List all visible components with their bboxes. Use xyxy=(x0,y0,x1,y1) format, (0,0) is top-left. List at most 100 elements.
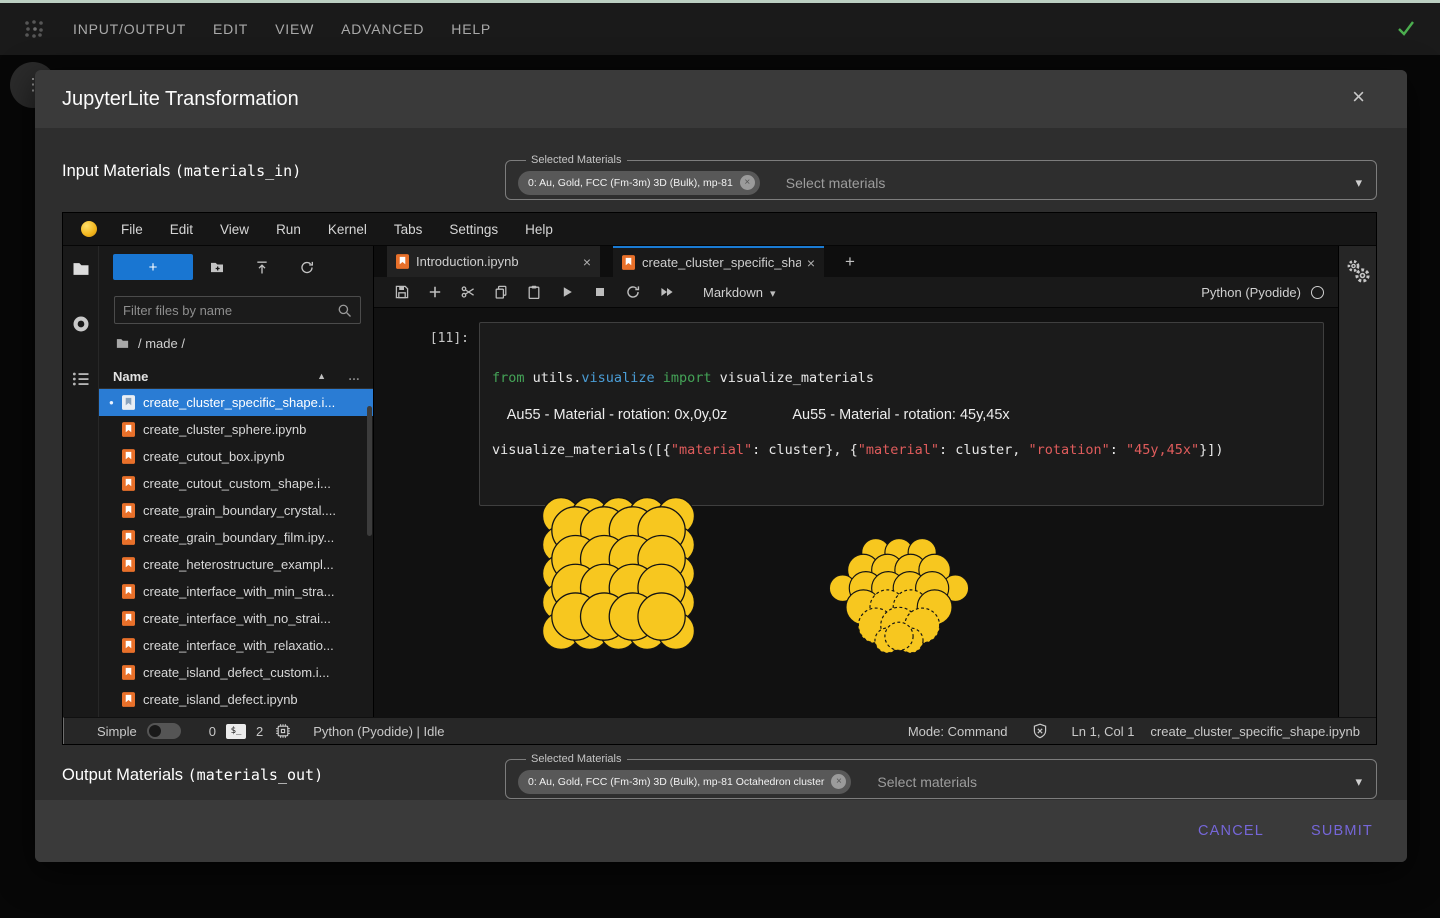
dialog-close-icon[interactable]: × xyxy=(1352,86,1365,108)
cancel-button[interactable]: CANCEL xyxy=(1198,823,1264,839)
jupyter-menu-edit[interactable]: Edit xyxy=(170,222,193,237)
jupyter-menu-tabs[interactable]: Tabs xyxy=(394,222,423,237)
sort-ascending-icon[interactable]: ▲ xyxy=(317,371,326,381)
file-name: create_heterostructure_exampl... xyxy=(143,557,334,572)
simple-mode-toggle[interactable] xyxy=(147,723,181,739)
file-list-item[interactable]: create_grain_boundary_crystal.... xyxy=(99,497,373,524)
code-token: : cluster, xyxy=(939,442,1028,458)
jupyter-menu-settings[interactable]: Settings xyxy=(449,222,498,237)
file-list-item[interactable]: create_cutout_custom_shape.i... xyxy=(99,470,373,497)
kernels-count[interactable]: 2 xyxy=(256,724,263,739)
nav-item-edit[interactable]: EDIT xyxy=(213,21,248,37)
file-list-item[interactable]: create_heterostructure_exampl... xyxy=(99,551,373,578)
open-file-dot-icon: ● xyxy=(109,398,122,407)
tab-create-cluster-specific-shape[interactable]: create_cluster_specific_sha × xyxy=(613,246,824,277)
notebook-file-icon xyxy=(122,530,135,545)
file-list-scrollbar[interactable] xyxy=(367,406,372,536)
file-name: create_cluster_specific_shape.i... xyxy=(143,395,335,410)
file-list-item[interactable]: create_interface_with_no_strai... xyxy=(99,605,373,632)
save-icon[interactable] xyxy=(394,284,410,300)
file-list-header[interactable]: Name ▲ … xyxy=(99,364,373,389)
new-folder-icon[interactable] xyxy=(209,259,225,276)
nav-item-view[interactable]: VIEW xyxy=(275,21,314,37)
breadcrumb[interactable]: / made / xyxy=(115,336,373,351)
atom-circle xyxy=(885,622,913,650)
restart-kernel-icon[interactable] xyxy=(625,284,641,300)
kernel-name[interactable]: Python (Pyodide) xyxy=(1201,285,1301,300)
filter-files-input[interactable]: Filter files by name xyxy=(114,296,361,324)
nav-item-input-output[interactable]: INPUT/OUTPUT xyxy=(73,21,186,37)
output-materials-select[interactable]: Selected Materials 0: Au, Gold, FCC (Fm-… xyxy=(505,753,1377,799)
tab-close-icon[interactable]: × xyxy=(801,255,815,271)
code-token: }]) xyxy=(1199,442,1223,458)
chevron-down-icon[interactable]: ▾ xyxy=(1355,774,1362,790)
tab-introduction[interactable]: Introduction.ipynb × xyxy=(387,246,600,277)
copy-icon[interactable] xyxy=(493,284,509,300)
cell-prompt: [11]: xyxy=(374,322,469,506)
notebook-file-icon xyxy=(122,395,135,410)
kernel-status-icon[interactable] xyxy=(1311,286,1324,299)
jupyter-menu-kernel[interactable]: Kernel xyxy=(328,222,367,237)
upload-icon[interactable] xyxy=(254,259,270,276)
nav-item-advanced[interactable]: ADVANCED xyxy=(341,21,424,37)
left-activity-rail xyxy=(63,246,99,717)
nav-item-help[interactable]: HELP xyxy=(451,21,491,37)
running-kernels-tab-icon[interactable] xyxy=(71,314,91,334)
file-list-item[interactable]: create_cutout_box.ipynb xyxy=(99,443,373,470)
jupyter-menu-view[interactable]: View xyxy=(220,222,249,237)
output-select-placeholder: Select materials xyxy=(877,774,977,790)
file-browser-tab-icon[interactable] xyxy=(71,259,91,279)
output-materials-label: Output Materials (materials_out) xyxy=(62,766,323,785)
command-mode-indicator[interactable]: Mode: Command xyxy=(908,724,1008,739)
input-fieldset-legend: Selected Materials xyxy=(526,154,627,166)
saved-check-icon xyxy=(1396,18,1416,38)
table-of-contents-tab-icon[interactable] xyxy=(71,369,91,389)
code-line: from utils.visualize import visualize_ma… xyxy=(492,369,1311,387)
stop-icon[interactable] xyxy=(592,284,608,300)
output-label-left: Au55 - Material - rotation: 0x,0y,0z xyxy=(497,407,737,423)
kernel-chip-icon[interactable] xyxy=(275,723,291,739)
output-material-chip[interactable]: 0: Au, Gold, FCC (Fm-3m) 3D (Bulk), mp-8… xyxy=(518,770,851,794)
input-materials-label: Input Materials (materials_in) xyxy=(62,162,301,181)
file-list-item[interactable]: create_island_defect_custom.i... xyxy=(99,659,373,686)
run-icon[interactable] xyxy=(559,284,575,300)
more-options-icon[interactable]: … xyxy=(348,369,361,383)
cell-type-dropdown[interactable]: Markdown▾ xyxy=(703,285,776,300)
new-launcher-button[interactable]: + xyxy=(113,254,193,280)
chip-remove-icon[interactable]: × xyxy=(831,774,846,789)
submit-button[interactable]: SUBMIT xyxy=(1311,823,1373,839)
jupyter-menu-help[interactable]: Help xyxy=(525,222,553,237)
file-list-item[interactable]: ● create_cluster_specific_shape.i... xyxy=(99,389,373,416)
refresh-icon[interactable] xyxy=(299,259,315,276)
file-list-item[interactable]: create_grain_boundary_film.ipy... xyxy=(99,524,373,551)
simple-mode-label: Simple xyxy=(97,724,137,739)
kernel-status-text[interactable]: Python (Pyodide) | Idle xyxy=(313,724,444,739)
terminal-icon[interactable]: $_ xyxy=(226,724,246,739)
jupyter-menu-file[interactable]: File xyxy=(121,222,143,237)
input-select-placeholder: Select materials xyxy=(786,175,886,191)
paste-icon[interactable] xyxy=(526,284,542,300)
trust-shield-icon[interactable] xyxy=(1032,723,1048,739)
jupyterlite-transformation-dialog: JupyterLite Transformation × Input Mater… xyxy=(35,70,1407,862)
app-logo-dots-icon[interactable] xyxy=(23,18,45,40)
file-list-item[interactable]: create_interface_with_min_stra... xyxy=(99,578,373,605)
restart-and-run-all-icon[interactable] xyxy=(658,284,676,300)
file-list-item[interactable]: create_island_defect.ipynb xyxy=(99,686,373,713)
tab-close-icon[interactable]: × xyxy=(577,254,591,270)
input-materials-select[interactable]: Selected Materials 0: Au, Gold, FCC (Fm-… xyxy=(505,154,1377,200)
chevron-down-icon[interactable]: ▾ xyxy=(1355,175,1362,191)
cut-icon[interactable] xyxy=(460,284,476,300)
active-filename[interactable]: create_cluster_specific_shape.ipynb xyxy=(1150,724,1360,739)
code-line: visualize_materials([{"material": cluste… xyxy=(492,441,1311,459)
new-tab-icon[interactable]: + xyxy=(836,246,864,277)
chip-remove-icon[interactable]: × xyxy=(740,175,755,190)
insert-cell-icon[interactable] xyxy=(427,284,443,300)
input-material-chip[interactable]: 0: Au, Gold, FCC (Fm-3m) 3D (Bulk), mp-8… xyxy=(518,171,760,195)
cursor-position[interactable]: Ln 1, Col 1 xyxy=(1072,724,1135,739)
jupyter-menu-run[interactable]: Run xyxy=(276,222,301,237)
file-list-item[interactable]: create_interface_with_relaxatio... xyxy=(99,632,373,659)
terminals-count[interactable]: 0 xyxy=(209,724,216,739)
jupyter-menu-items: File Edit View Run Kernel Tabs Settings Help xyxy=(121,222,553,237)
file-list-item[interactable]: create_cluster_sphere.ipynb xyxy=(99,416,373,443)
property-inspector-gears-icon[interactable] xyxy=(1343,256,1373,717)
